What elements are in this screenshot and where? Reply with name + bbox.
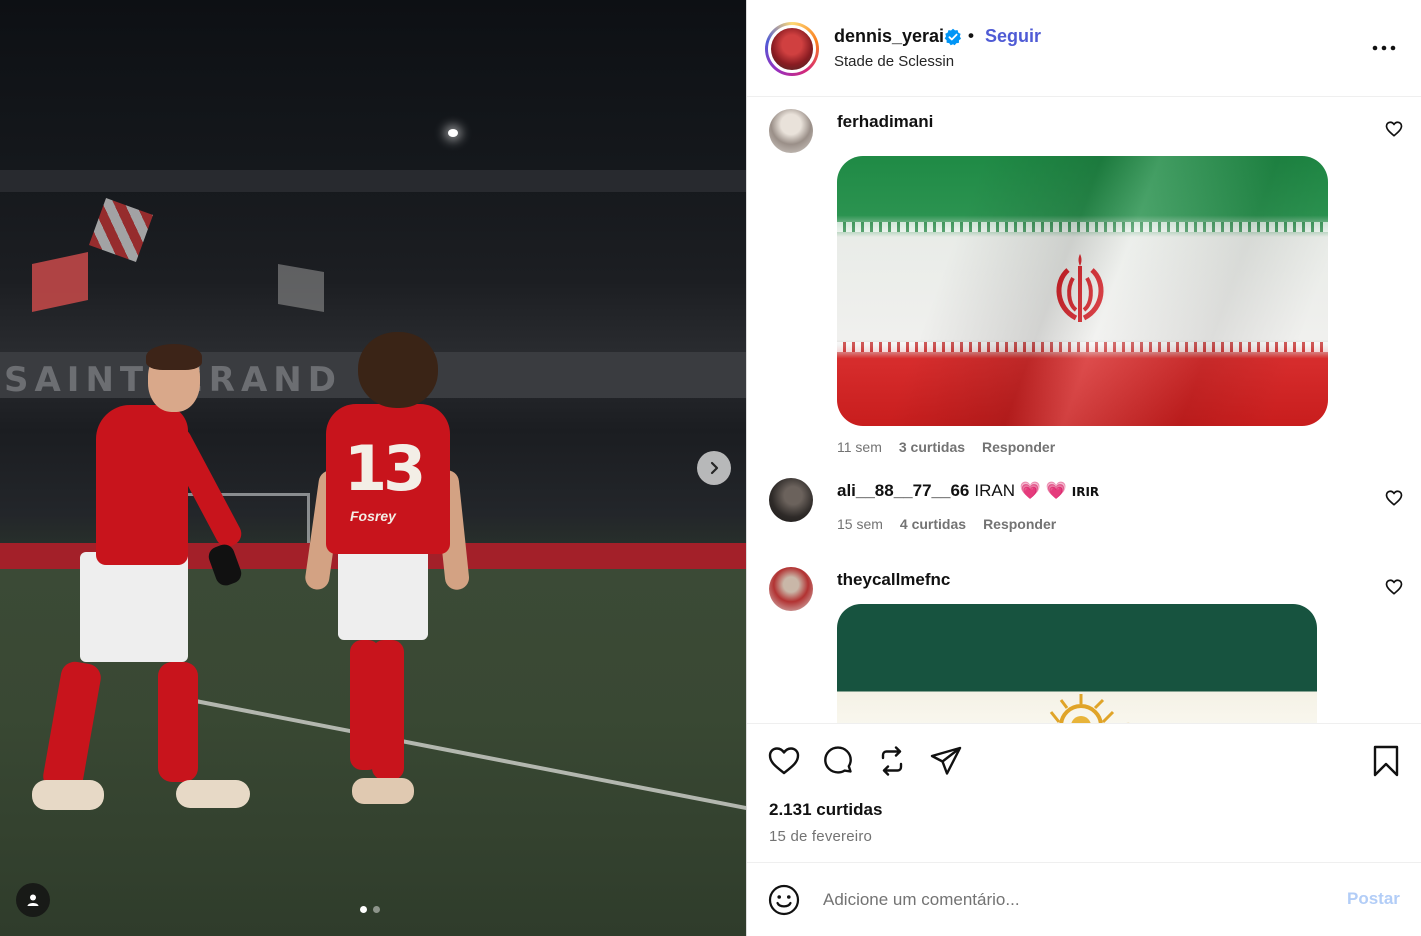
- comment-input[interactable]: [823, 885, 1323, 915]
- comments-list[interactable]: ferhadimani 11 sem 3 curtidas Responder …: [747, 97, 1421, 723]
- stadium-light: [448, 129, 458, 137]
- post-image[interactable]: SAINTSERAND 13 Fosrey: [0, 0, 746, 936]
- player-right-hair: [358, 332, 438, 408]
- player-left-boot: [176, 780, 250, 808]
- comment-reply-button[interactable]: Responder: [983, 516, 1056, 532]
- carousel-dot: [373, 906, 380, 913]
- comment-reply-button[interactable]: Responder: [982, 439, 1055, 455]
- post-sidebar: dennis_yerai • Seguir Stade de Sclessin …: [746, 0, 1421, 936]
- tagged-users-button[interactable]: [16, 883, 50, 917]
- player-left-boot: [32, 780, 104, 810]
- player-left-leg: [158, 662, 198, 782]
- player-left-shorts: [80, 552, 188, 662]
- comment-like-heart-icon[interactable]: [1385, 578, 1403, 596]
- post-header: dennis_yerai • Seguir Stade de Sclessin: [747, 0, 1421, 97]
- verified-badge-icon: [944, 28, 961, 46]
- stadium-stand: [0, 170, 746, 192]
- player-left-hair: [146, 344, 202, 370]
- save-bookmark-icon[interactable]: [1369, 744, 1403, 778]
- comment-time[interactable]: 15 sem: [837, 516, 883, 532]
- comment-body: ali__88__77__66 IRAN 💗 💗 IRIR: [837, 481, 1099, 501]
- post-location[interactable]: Stade de Sclessin: [834, 53, 954, 70]
- repost-icon[interactable]: [875, 744, 909, 778]
- fan-flag: [278, 263, 324, 313]
- post-likes-count[interactable]: 2.131 curtidas: [769, 800, 882, 820]
- comment-time[interactable]: 11 sem: [837, 439, 882, 455]
- flag-fold-shading: [837, 156, 1328, 426]
- lion-and-sun-icon: [1049, 694, 1130, 723]
- carousel-next-button[interactable]: [697, 451, 731, 485]
- comment-meta: 11 sem 3 curtidas Responder: [837, 439, 1055, 455]
- header-separator: •: [968, 26, 974, 45]
- comment-tag: IRIR: [1071, 485, 1100, 499]
- author-avatar[interactable]: [765, 22, 819, 76]
- instagram-post-modal: SAINTSERAND 13 Fosrey: [0, 0, 1421, 936]
- shirt-sponsor: Fosrey: [350, 508, 396, 524]
- commenter-avatar[interactable]: [769, 109, 813, 153]
- carousel-indicator: [360, 906, 380, 913]
- user-icon: [27, 894, 39, 906]
- player-right-shorts: [338, 546, 428, 640]
- comment-meta: 15 sem 4 curtidas Responder: [837, 516, 1056, 532]
- chevron-right-icon: [710, 461, 719, 475]
- author-username[interactable]: dennis_yerai: [834, 26, 944, 47]
- player-right-boot: [352, 778, 414, 804]
- emoji-smiley-icon[interactable]: [767, 883, 801, 917]
- comment-like-heart-icon[interactable]: [1385, 489, 1403, 507]
- shirt-number: 13: [344, 432, 426, 505]
- more-options-icon[interactable]: [1371, 38, 1397, 58]
- fan-flag: [32, 252, 88, 312]
- follow-button[interactable]: Seguir: [985, 26, 1041, 47]
- comment-bubble-icon[interactable]: [821, 744, 855, 778]
- player-right-leg: [372, 640, 404, 780]
- author-avatar-image: [768, 25, 816, 73]
- commenter-avatar[interactable]: [769, 567, 813, 611]
- comment-username[interactable]: ali__88__77__66: [837, 481, 969, 501]
- comment-like-heart-icon[interactable]: [1385, 120, 1403, 138]
- post-actions: 2.131 curtidas 15 de fevereiro: [747, 723, 1421, 863]
- commenter-avatar[interactable]: [769, 478, 813, 522]
- post-date[interactable]: 15 de fevereiro: [769, 828, 872, 845]
- carousel-dot-active: [360, 906, 367, 913]
- comment-image-iran-flag[interactable]: [837, 156, 1328, 426]
- fan-flag: [88, 197, 154, 263]
- comment-image-lion-sun-flag[interactable]: [837, 604, 1317, 723]
- comment-username[interactable]: ferhadimani: [837, 112, 933, 132]
- like-heart-icon[interactable]: [767, 744, 801, 778]
- comment-composer: Postar: [747, 863, 1421, 936]
- comment-likes-count[interactable]: 3 curtidas: [899, 439, 965, 455]
- comment-username[interactable]: theycallmefnc: [837, 570, 950, 590]
- comment-text: IRAN 💗 💗: [974, 481, 1067, 500]
- comment-likes-count[interactable]: 4 curtidas: [900, 516, 966, 532]
- post-comment-button[interactable]: Postar: [1347, 889, 1400, 909]
- share-send-icon[interactable]: [929, 744, 963, 778]
